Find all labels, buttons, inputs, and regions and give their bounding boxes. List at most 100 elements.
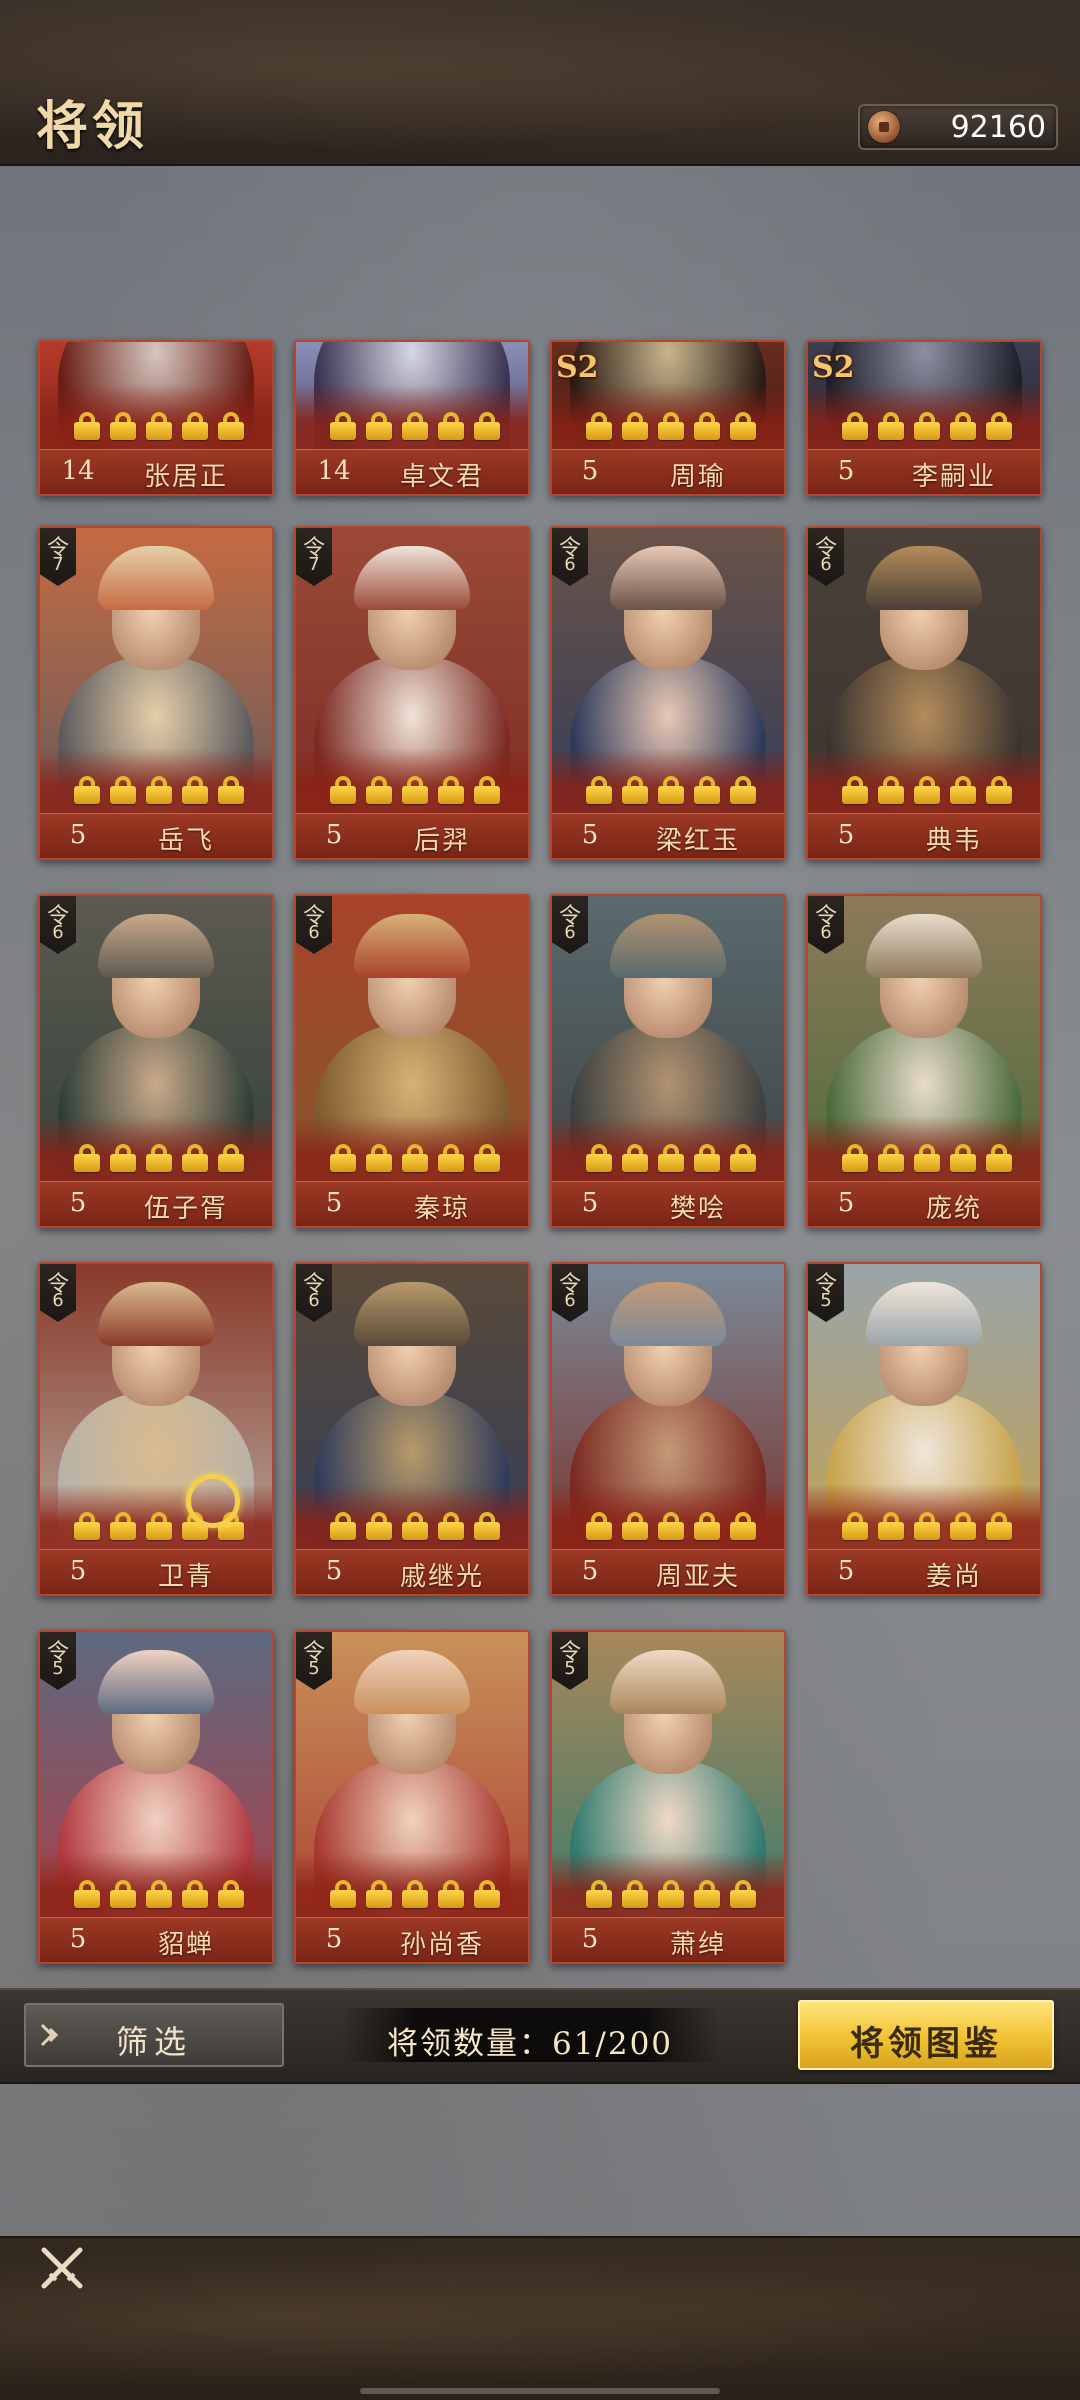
general-level: 5 (837, 820, 855, 850)
lock-icon (586, 412, 612, 440)
star-locks (74, 1880, 244, 1910)
general-level: 14 (61, 456, 95, 486)
lock-icon (658, 1880, 684, 1908)
lock-icon (182, 1880, 208, 1908)
general-card[interactable]: 5 姜尚 令 5 (806, 1262, 1042, 1596)
rank-tag: 令6 (808, 528, 844, 586)
card-info-row: 5 貂蝉 (40, 1917, 272, 1962)
rank-number: 5 (308, 1658, 320, 1679)
lock-icon (146, 1144, 172, 1172)
lock-icon (218, 1880, 244, 1908)
lock-icon (474, 776, 500, 804)
general-card[interactable]: 5 周瑜 S2 (550, 340, 786, 496)
filter-label: 筛选 (116, 2023, 193, 2061)
general-name: 周亚夫 (655, 1562, 740, 1592)
lock-icon (146, 1880, 172, 1908)
lock-icon (842, 1512, 868, 1540)
card-info-row: 5 后羿 (296, 813, 528, 858)
coin-value: 92160 (950, 110, 1046, 145)
lock-icon (878, 1144, 904, 1172)
card-info-row: 5 李嗣业 (808, 449, 1040, 494)
general-card[interactable]: 5 卫青 令 6 (38, 1262, 274, 1596)
lock-icon (842, 412, 868, 440)
lock-icon (986, 1512, 1012, 1540)
coin-counter[interactable]: 92160 (858, 104, 1058, 150)
rank-number: 6 (820, 554, 832, 575)
lock-icon (694, 1512, 720, 1540)
general-card[interactable]: 5 貂蝉 令 5 (38, 1630, 274, 1964)
general-codex-button[interactable]: 将领图鉴 (798, 2000, 1054, 2070)
lock-icon (330, 412, 356, 440)
lock-icon (218, 776, 244, 804)
star-locks (74, 1144, 244, 1174)
lock-icon (110, 1144, 136, 1172)
filter-button[interactable]: 筛选 (24, 2003, 284, 2067)
lock-icon (658, 1512, 684, 1540)
star-locks (842, 1512, 1012, 1542)
lock-icon (182, 1144, 208, 1172)
card-info-row: 5 萧绰 (552, 1917, 784, 1962)
lock-icon (950, 1144, 976, 1172)
general-card[interactable]: 5 岳飞 令 7 (38, 526, 274, 860)
card-info-row: 5 典韦 (808, 813, 1040, 858)
lock-icon (146, 776, 172, 804)
general-level: 5 (581, 1188, 599, 1218)
general-level: 5 (69, 1188, 87, 1218)
lock-icon (330, 1880, 356, 1908)
rank-tag: 令5 (40, 1632, 76, 1690)
general-level: 5 (581, 1924, 599, 1954)
lock-icon (730, 1144, 756, 1172)
general-card[interactable]: 5 后羿 令 7 (294, 526, 530, 860)
general-card[interactable]: 5 周亚夫 令 6 (550, 1262, 786, 1596)
star-locks (74, 776, 244, 806)
general-card[interactable]: 14 张居正 (38, 340, 274, 496)
rank-tag: 令6 (296, 896, 332, 954)
rank-number: 5 (820, 1290, 832, 1311)
general-level: 5 (69, 820, 87, 850)
general-name: 岳飞 (157, 826, 214, 856)
general-card[interactable]: 5 庞统 令 6 (806, 894, 1042, 1228)
card-info-row: 5 周亚夫 (552, 1549, 784, 1594)
lock-icon (366, 412, 392, 440)
lock-icon (110, 776, 136, 804)
general-level: 5 (837, 456, 855, 486)
lock-icon (842, 1144, 868, 1172)
lock-icon (330, 1144, 356, 1172)
general-name: 卓文君 (399, 462, 484, 492)
lock-icon (438, 1512, 464, 1540)
season-badge: S2 (812, 350, 855, 385)
general-card[interactable]: 5 萧绰 令 5 (550, 1630, 786, 1964)
rank-tag: 令6 (808, 896, 844, 954)
general-card[interactable]: 5 戚继光 令 6 (294, 1262, 530, 1596)
tap-indicator-ring (186, 1474, 240, 1528)
filter-arrow-icon (40, 2023, 59, 2047)
general-card[interactable]: 5 伍子胥 令 6 (38, 894, 274, 1228)
lock-icon (622, 1512, 648, 1540)
lock-icon (694, 1144, 720, 1172)
lock-icon (586, 1512, 612, 1540)
general-card[interactable]: 5 秦琼 令 6 (294, 894, 530, 1228)
general-level: 5 (837, 1188, 855, 1218)
lock-icon (402, 1144, 428, 1172)
coin-icon (868, 111, 900, 143)
star-locks (330, 1144, 500, 1174)
lock-icon (110, 1512, 136, 1540)
general-card[interactable]: 5 李嗣业 S2 (806, 340, 1042, 496)
rank-tag: 令7 (40, 528, 76, 586)
lock-icon (986, 1144, 1012, 1172)
general-card[interactable]: 5 典韦 令 6 (806, 526, 1042, 860)
star-locks (330, 1512, 500, 1542)
general-card[interactable]: 5 梁红玉 令 6 (550, 526, 786, 860)
rank-tag: 令5 (552, 1632, 588, 1690)
lock-icon (366, 1512, 392, 1540)
lock-icon (366, 776, 392, 804)
general-card[interactable]: 14 卓文君 (294, 340, 530, 496)
lock-icon (218, 1144, 244, 1172)
general-card[interactable]: 5 樊哙 令 6 (550, 894, 786, 1228)
lock-icon (986, 412, 1012, 440)
crossed-swords-icon[interactable] (38, 2244, 86, 2292)
general-card[interactable]: 5 孙尚香 令 5 (294, 1630, 530, 1964)
card-info-row: 5 庞统 (808, 1181, 1040, 1226)
star-locks (586, 1512, 756, 1542)
general-name: 戚继光 (399, 1562, 484, 1592)
